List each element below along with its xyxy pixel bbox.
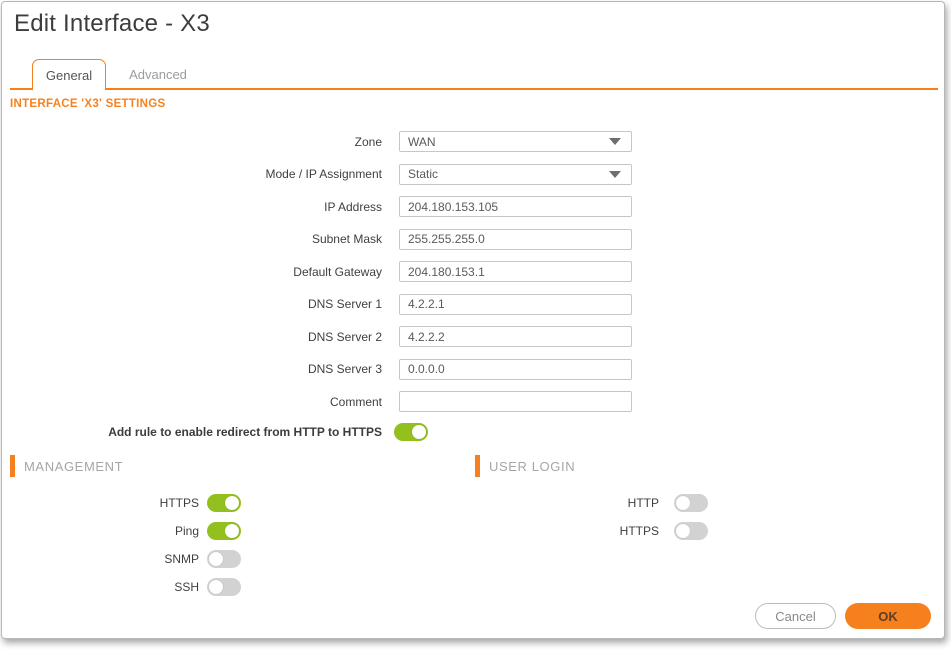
default-gateway-input[interactable] <box>399 261 632 282</box>
dns-server-3-row: DNS Server 3 <box>2 359 944 380</box>
ip-address-label: IP Address <box>2 200 382 214</box>
dns-server-1-row: DNS Server 1 <box>2 294 944 315</box>
ip-address-row: IP Address <box>2 196 944 217</box>
user-login-section-header: USER LOGIN <box>475 455 575 477</box>
interface-settings-form: Zone WAN Mode / IP Assignment Static IP … <box>2 131 944 424</box>
toggle-knob <box>676 524 690 538</box>
comment-row: Comment <box>2 391 944 412</box>
http-redirect-label: Add rule to enable redirect from HTTP to… <box>2 425 382 439</box>
management-ssh-label: SSH <box>2 580 199 594</box>
management-section-header: MANAGEMENT <box>10 455 123 477</box>
toggle-knob <box>412 425 426 439</box>
dns-server-3-input[interactable] <box>399 359 632 380</box>
user-login-toggles: HTTP HTTPS <box>2 494 708 550</box>
management-snmp-row: SNMP <box>2 550 241 568</box>
http-to-https-redirect-toggle[interactable] <box>394 423 428 441</box>
user-login-http-toggle[interactable] <box>674 494 708 512</box>
dns-server-2-row: DNS Server 2 <box>2 326 944 347</box>
ok-button[interactable]: OK <box>845 603 931 629</box>
dialog-title: Edit Interface - X3 <box>14 10 210 38</box>
default-gateway-label: Default Gateway <box>2 265 382 279</box>
management-ssh-row: SSH <box>2 578 241 596</box>
management-snmp-toggle[interactable] <box>207 550 241 568</box>
interface-settings-heading: INTERFACE 'X3' SETTINGS <box>10 98 166 110</box>
management-snmp-label: SNMP <box>2 552 199 566</box>
user-login-http-row: HTTP <box>2 494 708 512</box>
mode-ip-assignment-select[interactable]: Static <box>399 164 632 185</box>
subnet-mask-row: Subnet Mask <box>2 229 944 250</box>
mode-ip-assignment-label: Mode / IP Assignment <box>2 167 382 181</box>
comment-label: Comment <box>2 395 382 409</box>
dns-server-3-label: DNS Server 3 <box>2 362 382 376</box>
tab-general-label: General <box>46 68 92 83</box>
dns-server-2-input[interactable] <box>399 326 632 347</box>
tab-general[interactable]: General <box>32 59 106 90</box>
chevron-down-icon <box>609 171 621 178</box>
user-login-section-title: USER LOGIN <box>489 459 575 474</box>
ip-address-input[interactable] <box>399 196 632 217</box>
subnet-mask-label: Subnet Mask <box>2 232 382 246</box>
dialog-footer: Cancel OK <box>755 603 931 629</box>
zone-row: Zone WAN <box>2 131 944 152</box>
cancel-button[interactable]: Cancel <box>755 603 836 629</box>
toggle-knob <box>209 552 223 566</box>
management-ssh-toggle[interactable] <box>207 578 241 596</box>
zone-label: Zone <box>2 135 382 149</box>
tab-advanced-label: Advanced <box>129 67 187 82</box>
chevron-down-icon <box>609 138 621 145</box>
http-redirect-row: Add rule to enable redirect from HTTP to… <box>2 423 428 441</box>
user-login-http-label: HTTP <box>2 496 659 510</box>
subnet-mask-input[interactable] <box>399 229 632 250</box>
default-gateway-row: Default Gateway <box>2 261 944 282</box>
management-section-title: MANAGEMENT <box>24 459 123 474</box>
zone-selected-value: WAN <box>408 135 436 149</box>
user-login-https-label: HTTPS <box>2 524 659 538</box>
user-login-https-toggle[interactable] <box>674 522 708 540</box>
section-accent-bar <box>10 455 15 477</box>
zone-select[interactable]: WAN <box>399 131 632 152</box>
toggle-knob <box>209 580 223 594</box>
mode-row: Mode / IP Assignment Static <box>2 164 944 185</box>
dns-server-2-label: DNS Server 2 <box>2 330 382 344</box>
user-login-https-row: HTTPS <box>2 522 708 540</box>
dns-server-1-label: DNS Server 1 <box>2 297 382 311</box>
mode-selected-value: Static <box>408 167 438 181</box>
section-accent-bar <box>475 455 480 477</box>
toggle-knob <box>676 496 690 510</box>
dns-server-1-input[interactable] <box>399 294 632 315</box>
edit-interface-dialog: Edit Interface - X3 General Advanced INT… <box>1 1 945 639</box>
comment-input[interactable] <box>399 391 632 412</box>
tab-advanced[interactable]: Advanced <box>120 59 196 89</box>
